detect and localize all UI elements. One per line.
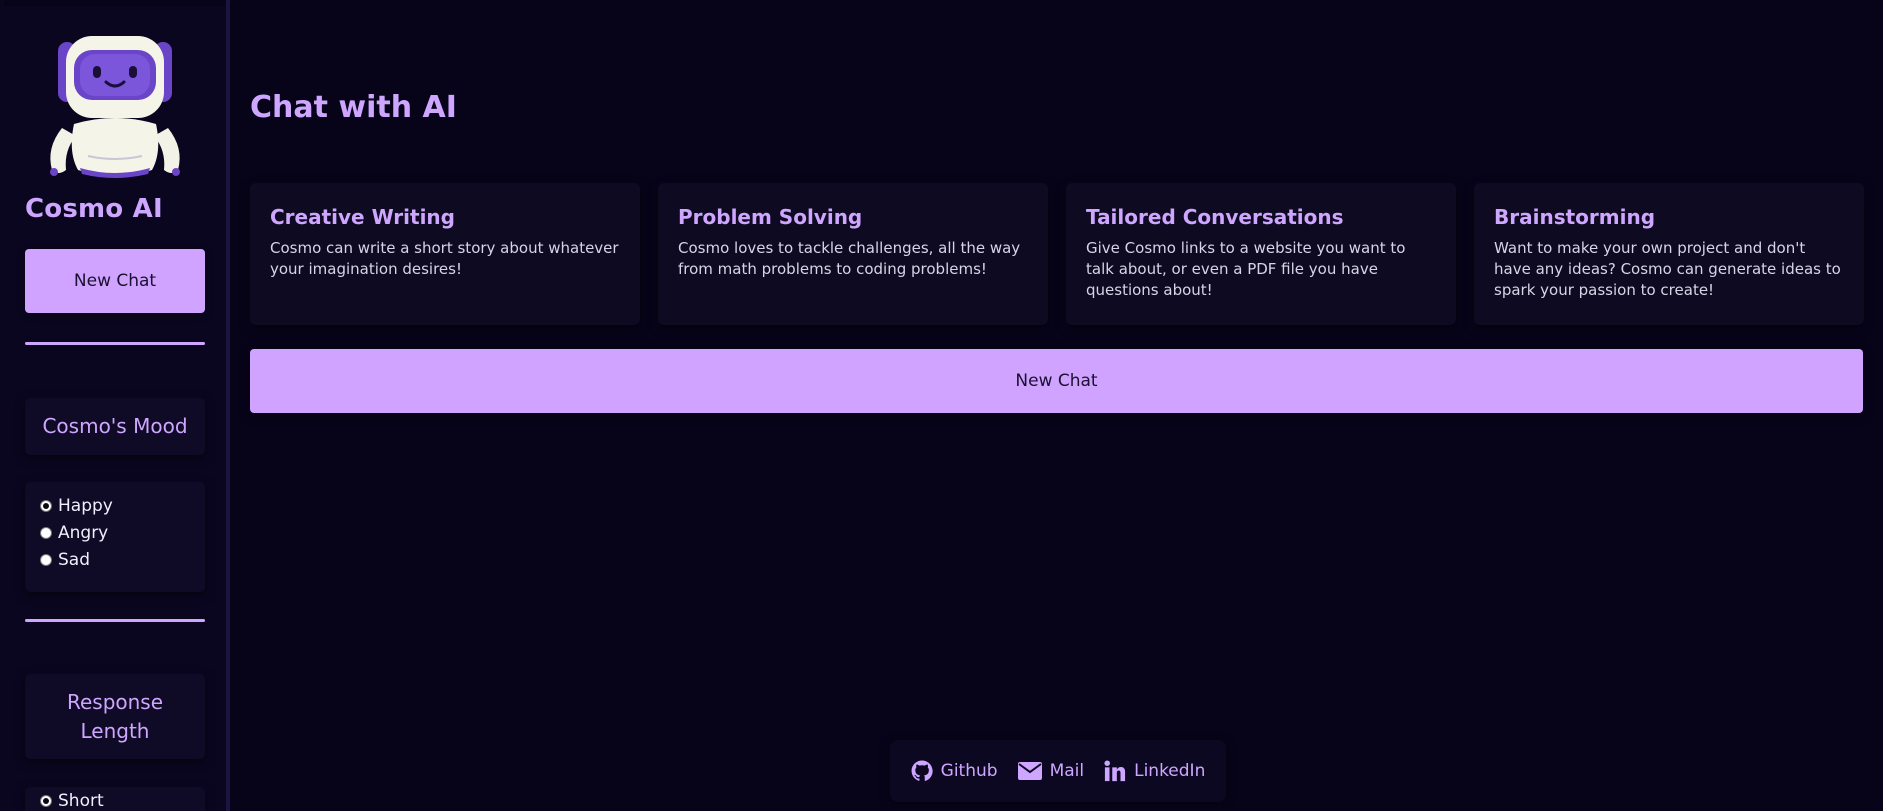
mood-option-sad[interactable]: Sad [25,546,205,573]
github-label: Github [940,761,998,781]
feature-card-brainstorming[interactable]: Brainstorming Want to make your own proj… [1474,183,1864,325]
card-description: Want to make your own project and don't … [1494,239,1841,299]
card-title: Problem Solving [678,205,863,229]
response-length-title: Response Length [66,689,164,743]
card-title: Brainstorming [1494,205,1656,229]
radio-happy[interactable] [40,499,52,512]
github-icon [911,760,933,781]
card-description: Give Cosmo links to a website you want t… [1086,239,1406,299]
mail-icon [1017,762,1042,780]
radio-sad[interactable] [40,553,52,566]
main-new-chat-button[interactable]: New Chat [250,349,1863,413]
mood-title-card: Cosmo's Mood [25,398,205,455]
length-option-label: Short [58,790,104,811]
card-description: Cosmo loves to tackle challenges, all th… [678,239,1021,278]
mood-option-label: Sad [58,549,90,570]
response-length-title-card: Response Length [25,674,205,759]
card-description: Cosmo can write a short story about what… [270,239,619,278]
footer-links: Github Mail LinkedIn [890,740,1226,802]
length-option-short[interactable]: Short [25,787,205,811]
feature-card-problem-solving[interactable]: Problem Solving Cosmo loves to tackle ch… [658,183,1048,325]
feature-card-tailored-conversations[interactable]: Tailored Conversations Give Cosmo links … [1066,183,1456,325]
linkedin-icon [1104,760,1126,782]
github-link[interactable]: Github [911,760,998,782]
brand-name: Cosmo AI [25,194,163,224]
feature-card-creative-writing[interactable]: Creative Writing Cosmo can write a short… [250,183,640,325]
sidebar-new-chat-button[interactable]: New Chat [25,249,205,313]
linkedin-link[interactable]: LinkedIn [1104,760,1205,782]
mail-label: Mail [1049,761,1085,781]
mood-option-happy[interactable]: Happy [25,492,205,519]
app-root: Cosmo AI New Chat Cosmo's Mood Happy Ang… [0,0,1883,811]
sidebar-divider [25,342,205,345]
card-title: Tailored Conversations [1086,205,1344,229]
mood-option-label: Happy [58,495,113,516]
radio-short[interactable] [40,794,52,807]
sidebar-divider [25,619,205,622]
sidebar: Cosmo AI New Chat Cosmo's Mood Happy Ang… [0,0,230,811]
mood-option-angry[interactable]: Angry [25,519,205,546]
mail-link[interactable]: Mail [1017,761,1085,781]
mood-option-label: Angry [58,522,109,543]
mood-options: Happy Angry Sad [25,482,205,592]
page-title: Chat with AI [250,90,457,125]
cosmo-robot-logo [50,36,180,178]
response-length-options: Short [25,787,205,811]
radio-angry[interactable] [40,526,52,539]
mood-title: Cosmo's Mood [42,414,188,438]
card-title: Creative Writing [270,205,455,229]
linkedin-label: LinkedIn [1134,761,1206,781]
